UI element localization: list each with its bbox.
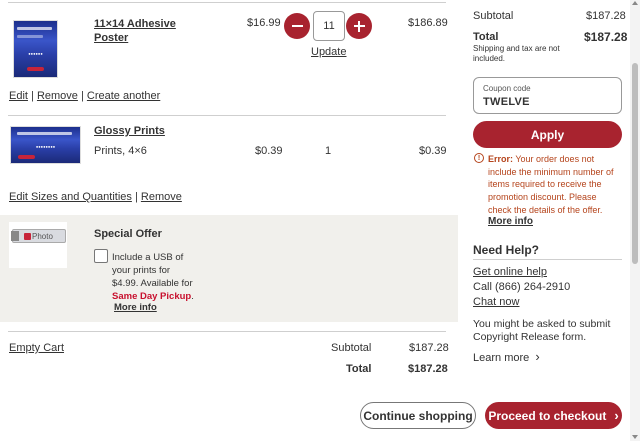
- cart-subtotal-value: $187.28: [409, 342, 449, 354]
- special-offer-title: Special Offer: [94, 228, 162, 240]
- remove-link[interactable]: Remove: [37, 90, 78, 102]
- increase-quantity-button[interactable]: [346, 13, 372, 39]
- minus-icon: [291, 25, 303, 27]
- chevron-right-icon: ›: [614, 408, 619, 423]
- cart-total-value: $187.28: [408, 363, 448, 375]
- item-total-poster: $186.89: [408, 17, 448, 29]
- item-subtitle-prints: Prints, 4×6: [94, 145, 147, 157]
- remove-link[interactable]: Remove: [141, 191, 182, 203]
- coupon-error-message: Error: Your order does not include the m…: [488, 154, 614, 215]
- photo-badge: Photo: [24, 232, 53, 241]
- usb-offer-checkbox[interactable]: [94, 249, 108, 263]
- item-price-prints: $0.39: [255, 145, 283, 157]
- coupon-code-value: TWELVE: [483, 96, 530, 108]
- copyright-notice: You might be asked to submit Copyright R…: [473, 318, 611, 343]
- item-total-prints: $0.39: [419, 145, 447, 157]
- chevron-right-icon: ›: [535, 349, 540, 364]
- item-actions-poster: Edit | Remove | Create another: [9, 90, 160, 102]
- item-title-poster[interactable]: 11×14 Adhesive Poster: [94, 17, 176, 45]
- edit-sizes-link[interactable]: Edit Sizes and Quantities: [9, 191, 132, 203]
- empty-cart-link[interactable]: Empty Cart: [9, 342, 64, 354]
- same-day-pickup-highlight: Same Day Pickup: [112, 291, 192, 302]
- poster-thumbnail[interactable]: ●●●●●●: [13, 20, 58, 78]
- quantity-input-poster[interactable]: 11: [313, 11, 345, 41]
- online-help-link[interactable]: Get online help: [473, 266, 547, 278]
- cart-subtotal-label: Subtotal: [331, 342, 372, 354]
- edit-link[interactable]: Edit: [9, 90, 28, 102]
- top-divider: [8, 2, 446, 3]
- summary-subtotal-label: Subtotal: [473, 10, 514, 22]
- chat-now-link[interactable]: Chat now: [473, 296, 519, 308]
- need-help-heading: Need Help?: [473, 243, 540, 257]
- item-actions-prints: Edit Sizes and Quantities | Remove: [9, 191, 182, 203]
- page-scrollbar[interactable]: [630, 0, 640, 441]
- call-phone-text: Call (866) 264-2910: [473, 281, 571, 293]
- cart-total-label: Total: [346, 363, 372, 375]
- scroll-down-arrow-icon[interactable]: [632, 435, 638, 439]
- summary-subtotal-value: $187.28: [586, 10, 626, 22]
- offer-more-info-link[interactable]: More info: [114, 302, 157, 313]
- scroll-up-arrow-icon[interactable]: [632, 1, 638, 5]
- learn-more-link[interactable]: Learn more ›: [473, 349, 540, 364]
- item-price-poster: $16.99: [247, 17, 281, 29]
- help-divider: [473, 259, 622, 260]
- coupon-code-field[interactable]: Coupon code TWELVE: [473, 77, 622, 114]
- item-title-prints[interactable]: Glossy Prints: [94, 125, 165, 137]
- scrollbar-thumb[interactable]: [632, 63, 638, 264]
- continue-shopping-button[interactable]: Continue shopping: [360, 402, 476, 429]
- error-icon: !: [474, 153, 484, 163]
- coupon-code-label: Coupon code: [483, 84, 531, 93]
- footer-divider: [8, 331, 446, 332]
- apply-coupon-button[interactable]: Apply: [473, 121, 622, 148]
- proceed-to-checkout-button[interactable]: Proceed to checkout ›: [485, 402, 622, 429]
- usb-product-image: Photo: [9, 222, 67, 268]
- summary-total-label: Total: [473, 31, 499, 43]
- shipping-tax-note: Shipping and tax are not included.: [473, 44, 560, 63]
- create-another-link[interactable]: Create another: [87, 90, 160, 102]
- special-offer-description: Include a USB of your prints for $4.99. …: [112, 252, 194, 302]
- plus-icon: [353, 20, 365, 32]
- item-quantity-prints: 1: [325, 145, 332, 157]
- summary-total-value: $187.28: [584, 30, 628, 44]
- special-offer-panel: [0, 215, 458, 322]
- error-more-info-link[interactable]: More info: [488, 216, 533, 227]
- prints-thumbnail[interactable]: ●●●●●●●●: [10, 126, 81, 164]
- update-quantity-link[interactable]: Update: [311, 46, 346, 58]
- item-divider: [8, 115, 446, 116]
- decrease-quantity-button[interactable]: [284, 13, 310, 39]
